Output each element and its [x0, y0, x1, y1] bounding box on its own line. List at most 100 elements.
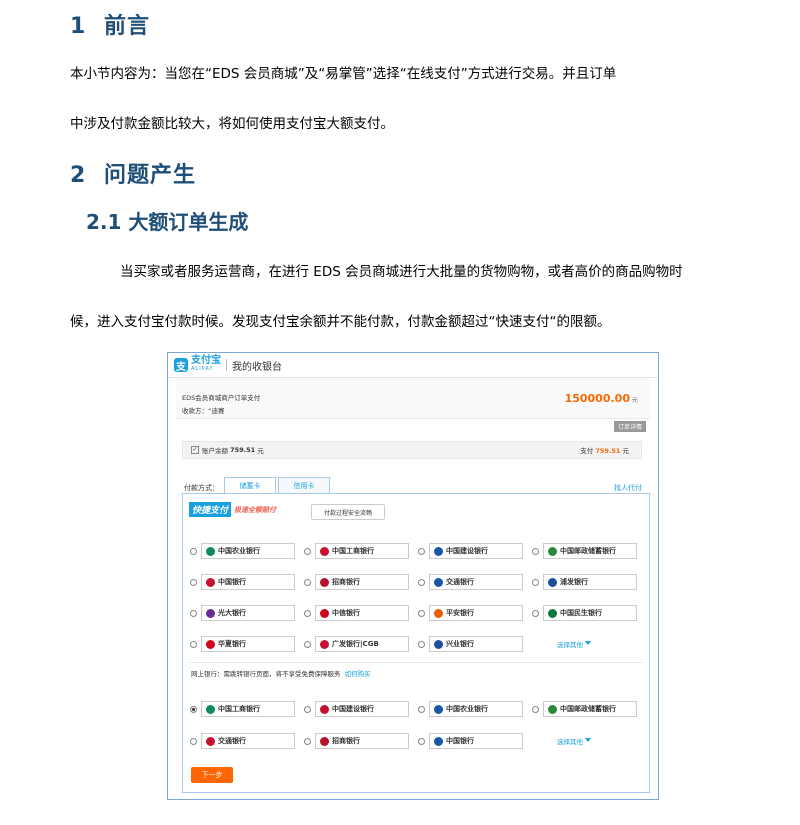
- bank-logo-box[interactable]: 中国建设银行: [429, 543, 523, 559]
- pay-label: 支付: [580, 447, 594, 455]
- bank-logo-box[interactable]: 华夏银行: [201, 636, 295, 652]
- bank-radio[interactable]: [304, 547, 311, 555]
- bank-logo-box[interactable]: 中信银行: [315, 605, 409, 621]
- bank-option[interactable]: 中国建设银行: [301, 700, 413, 718]
- bank-row: 光大银行 中信银行 平安银行 中国民生银行: [187, 604, 643, 622]
- bank-logo-box[interactable]: 中国银行: [201, 574, 295, 590]
- balance-checkbox[interactable]: ✓: [191, 446, 199, 454]
- bank-radio[interactable]: [190, 640, 197, 648]
- bank-logo-box[interactable]: 光大银行: [201, 605, 295, 621]
- divider: [189, 662, 643, 663]
- bank-logo-icon: [206, 704, 215, 714]
- bank-logo-icon: [206, 577, 215, 587]
- bank-logo-icon: [320, 639, 329, 649]
- bank-radio[interactable]: [532, 578, 539, 586]
- pay-unit: 元: [622, 447, 630, 455]
- bank-option[interactable]: 招商银行: [301, 732, 413, 750]
- bank-logo-icon: [434, 704, 443, 714]
- bank-radio[interactable]: [304, 578, 311, 586]
- bank-radio[interactable]: [532, 705, 539, 713]
- bank-radio[interactable]: [418, 737, 425, 745]
- bank-radio[interactable]: [418, 547, 425, 555]
- bank-option[interactable]: 平安银行: [415, 604, 527, 622]
- bank-option[interactable]: 中国邮政储蓄银行: [529, 542, 641, 560]
- bank-option[interactable]: 中国银行: [415, 732, 527, 750]
- bank-logo-box[interactable]: 中国银行: [429, 733, 523, 749]
- bank-logo-box[interactable]: 浦发银行: [543, 574, 637, 590]
- bank-radio[interactable]: [304, 640, 311, 648]
- bank-option[interactable]: 中国建设银行: [415, 542, 527, 560]
- bank-option[interactable]: 浦发银行: [529, 573, 641, 591]
- bank-option[interactable]: 中信银行: [301, 604, 413, 622]
- bank-option[interactable]: 广发银行|CGB: [301, 635, 413, 653]
- bank-logo-icon: [434, 608, 443, 618]
- bank-radio[interactable]: [418, 609, 425, 617]
- bank-radio[interactable]: [190, 578, 197, 586]
- order-detail-button[interactable]: 订单详情: [613, 421, 646, 432]
- bank-logo-box[interactable]: 中国邮政储蓄银行: [543, 543, 637, 559]
- tab-credit-card[interactable]: 信用卡: [278, 477, 330, 493]
- balance-row: ✓ 账户余额 759.51 元 支付 759.51 元: [182, 441, 642, 459]
- bank-option[interactable]: 中国农业银行: [415, 700, 527, 718]
- bank-option[interactable]: 中国银行: [187, 573, 299, 591]
- bank-radio[interactable]: [532, 609, 539, 617]
- bank-logo-box[interactable]: 中国民生银行: [543, 605, 637, 621]
- bank-name: 华夏银行: [218, 640, 246, 648]
- bank-logo-icon: [320, 577, 329, 587]
- bank-radio[interactable]: [304, 737, 311, 745]
- bank-option[interactable]: 中国农业银行: [187, 542, 299, 560]
- bank-option[interactable]: 中国工商银行: [187, 700, 299, 718]
- bank-option[interactable]: 交通银行: [415, 573, 527, 591]
- how-to-buy-link[interactable]: 如何购买: [345, 670, 371, 678]
- bank-row: 华夏银行 广发银行|CGB 兴业银行 选择其他: [187, 635, 641, 653]
- bank-row: 中国银行 招商银行 交通银行 浦发银行: [187, 573, 643, 591]
- next-step-button[interactable]: 下一步: [191, 767, 233, 783]
- bank-option[interactable]: 中国民生银行: [529, 604, 641, 622]
- bank-option[interactable]: 中国邮政储蓄银行: [529, 700, 641, 718]
- bank-option[interactable]: 兴业银行: [415, 635, 527, 653]
- bank-radio[interactable]: [190, 705, 197, 713]
- bank-logo-box[interactable]: 平安银行: [429, 605, 523, 621]
- bank-logo-box[interactable]: 中国农业银行: [429, 701, 523, 717]
- bank-logo-box[interactable]: 中国建设银行: [315, 701, 409, 717]
- bank-radio[interactable]: [190, 547, 197, 555]
- safe-flow-button[interactable]: 付款过程安全流畅: [311, 504, 385, 520]
- bank-option[interactable]: 光大银行: [187, 604, 299, 622]
- bank-radio[interactable]: [304, 705, 311, 713]
- cashier-title: 我的收银台: [232, 361, 282, 373]
- divider: [226, 359, 227, 371]
- bank-option[interactable]: 交通银行: [187, 732, 299, 750]
- bank-logo-box[interactable]: 交通银行: [429, 574, 523, 590]
- bank-radio[interactable]: [418, 705, 425, 713]
- bank-logo-box[interactable]: 中国工商银行: [201, 701, 295, 717]
- more-banks-link[interactable]: 选择其他: [529, 635, 641, 653]
- bank-radio[interactable]: [190, 609, 197, 617]
- section-2-1-heading: 2.1 大额订单生成: [86, 210, 249, 234]
- bank-logo-box[interactable]: 中国农业银行: [201, 543, 295, 559]
- bank-logo-box[interactable]: 招商银行: [315, 574, 409, 590]
- order-summary: EDS会员商城商户订单支付 收款方：“迪赛 150000.00 元: [176, 378, 650, 419]
- bank-logo-icon: [434, 577, 443, 587]
- bank-radio[interactable]: [418, 640, 425, 648]
- agent-pay-link[interactable]: 找人代付: [614, 483, 642, 493]
- bank-logo-icon: [320, 704, 329, 714]
- bank-radio[interactable]: [532, 547, 539, 555]
- bank-logo-icon: [434, 736, 443, 746]
- bank-name: 兴业银行: [446, 640, 474, 648]
- bank-logo-box[interactable]: 广发银行|CGB: [315, 636, 409, 652]
- bank-radio[interactable]: [418, 578, 425, 586]
- bank-name: 中国银行: [446, 737, 474, 745]
- bank-option[interactable]: 中国工商银行: [301, 542, 413, 560]
- bank-name: 交通银行: [218, 737, 246, 745]
- more-banks-link[interactable]: 选择其他: [529, 732, 641, 750]
- bank-radio[interactable]: [304, 609, 311, 617]
- bank-radio[interactable]: [190, 737, 197, 745]
- bank-logo-box[interactable]: 中国邮政储蓄银行: [543, 701, 637, 717]
- bank-logo-box[interactable]: 招商银行: [315, 733, 409, 749]
- bank-logo-box[interactable]: 兴业银行: [429, 636, 523, 652]
- bank-logo-box[interactable]: 中国工商银行: [315, 543, 409, 559]
- tab-debit-card[interactable]: 储蓄卡: [224, 477, 276, 493]
- bank-logo-box[interactable]: 交通银行: [201, 733, 295, 749]
- bank-option[interactable]: 招商银行: [301, 573, 413, 591]
- bank-option[interactable]: 华夏银行: [187, 635, 299, 653]
